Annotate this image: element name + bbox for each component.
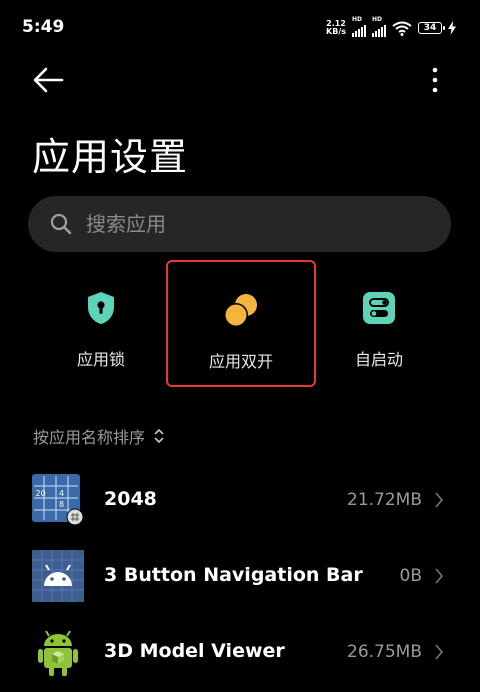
app-size: 21.72MB: [347, 490, 422, 510]
search-input[interactable]: [84, 211, 408, 237]
sort-selector[interactable]: 按应用名称排序: [33, 424, 165, 448]
arrow-left-icon: [33, 67, 64, 93]
chevron-right-icon: [435, 492, 444, 508]
sort-arrows-icon: [154, 428, 164, 444]
app-list-item[interactable]: 3D Model Viewer 26.75MB: [0, 614, 480, 690]
svg-text:8: 8: [59, 500, 64, 509]
signal-icon-2: HD: [372, 16, 386, 37]
svg-text:4: 4: [59, 489, 64, 498]
more-options-button[interactable]: [420, 62, 452, 98]
2048-grid-icon: 20 4 8: [32, 474, 84, 526]
app-lock-button[interactable]: 应用锁: [40, 260, 162, 385]
dual-circles-icon: [223, 292, 259, 328]
app-size: 26.75MB: [347, 642, 422, 662]
status-time: 5:49: [22, 17, 65, 37]
dual-apps-button[interactable]: 应用双开: [166, 260, 316, 387]
wifi-icon: [392, 21, 412, 36]
network-speed: 2.12 KB/s: [326, 19, 346, 36]
signal-icon: HD: [352, 16, 366, 37]
app-size: 0B: [399, 566, 422, 586]
app-list-item[interactable]: 20 4 8 2048 21.72MB: [0, 462, 480, 538]
app-name: 3 Button Navigation Bar: [104, 564, 363, 586]
search-icon: [50, 213, 72, 235]
app-lock-label: 应用锁: [76, 350, 125, 369]
app-name: 3D Model Viewer: [104, 640, 285, 662]
auto-start-button[interactable]: 自启动: [318, 260, 440, 385]
chevron-right-icon: [435, 568, 444, 584]
svg-text:20: 20: [36, 489, 46, 498]
shield-lock-icon: [83, 290, 119, 326]
more-vertical-icon: [432, 67, 438, 93]
android-robot-icon: [32, 550, 84, 602]
sort-label: 按应用名称排序: [33, 428, 146, 447]
app-list-item[interactable]: 3 Button Navigation Bar 0B: [0, 538, 480, 614]
auto-start-label: 自启动: [354, 350, 403, 369]
android-cube-icon: [32, 626, 84, 678]
battery-icon: 34: [418, 22, 445, 34]
toggle-switch-icon: [361, 290, 397, 326]
dual-apps-label: 应用双开: [208, 352, 273, 371]
back-button[interactable]: [30, 62, 66, 98]
status-bar: 5:49 2.12 KB/s HD HD 34: [0, 0, 480, 56]
charging-icon: [448, 21, 456, 35]
chevron-right-icon: [435, 644, 444, 660]
status-icons: 2.12 KB/s HD HD 34: [326, 16, 456, 39]
app-name: 2048: [104, 488, 157, 510]
search-bar[interactable]: [28, 196, 451, 252]
page-title: 应用设置: [32, 135, 189, 179]
